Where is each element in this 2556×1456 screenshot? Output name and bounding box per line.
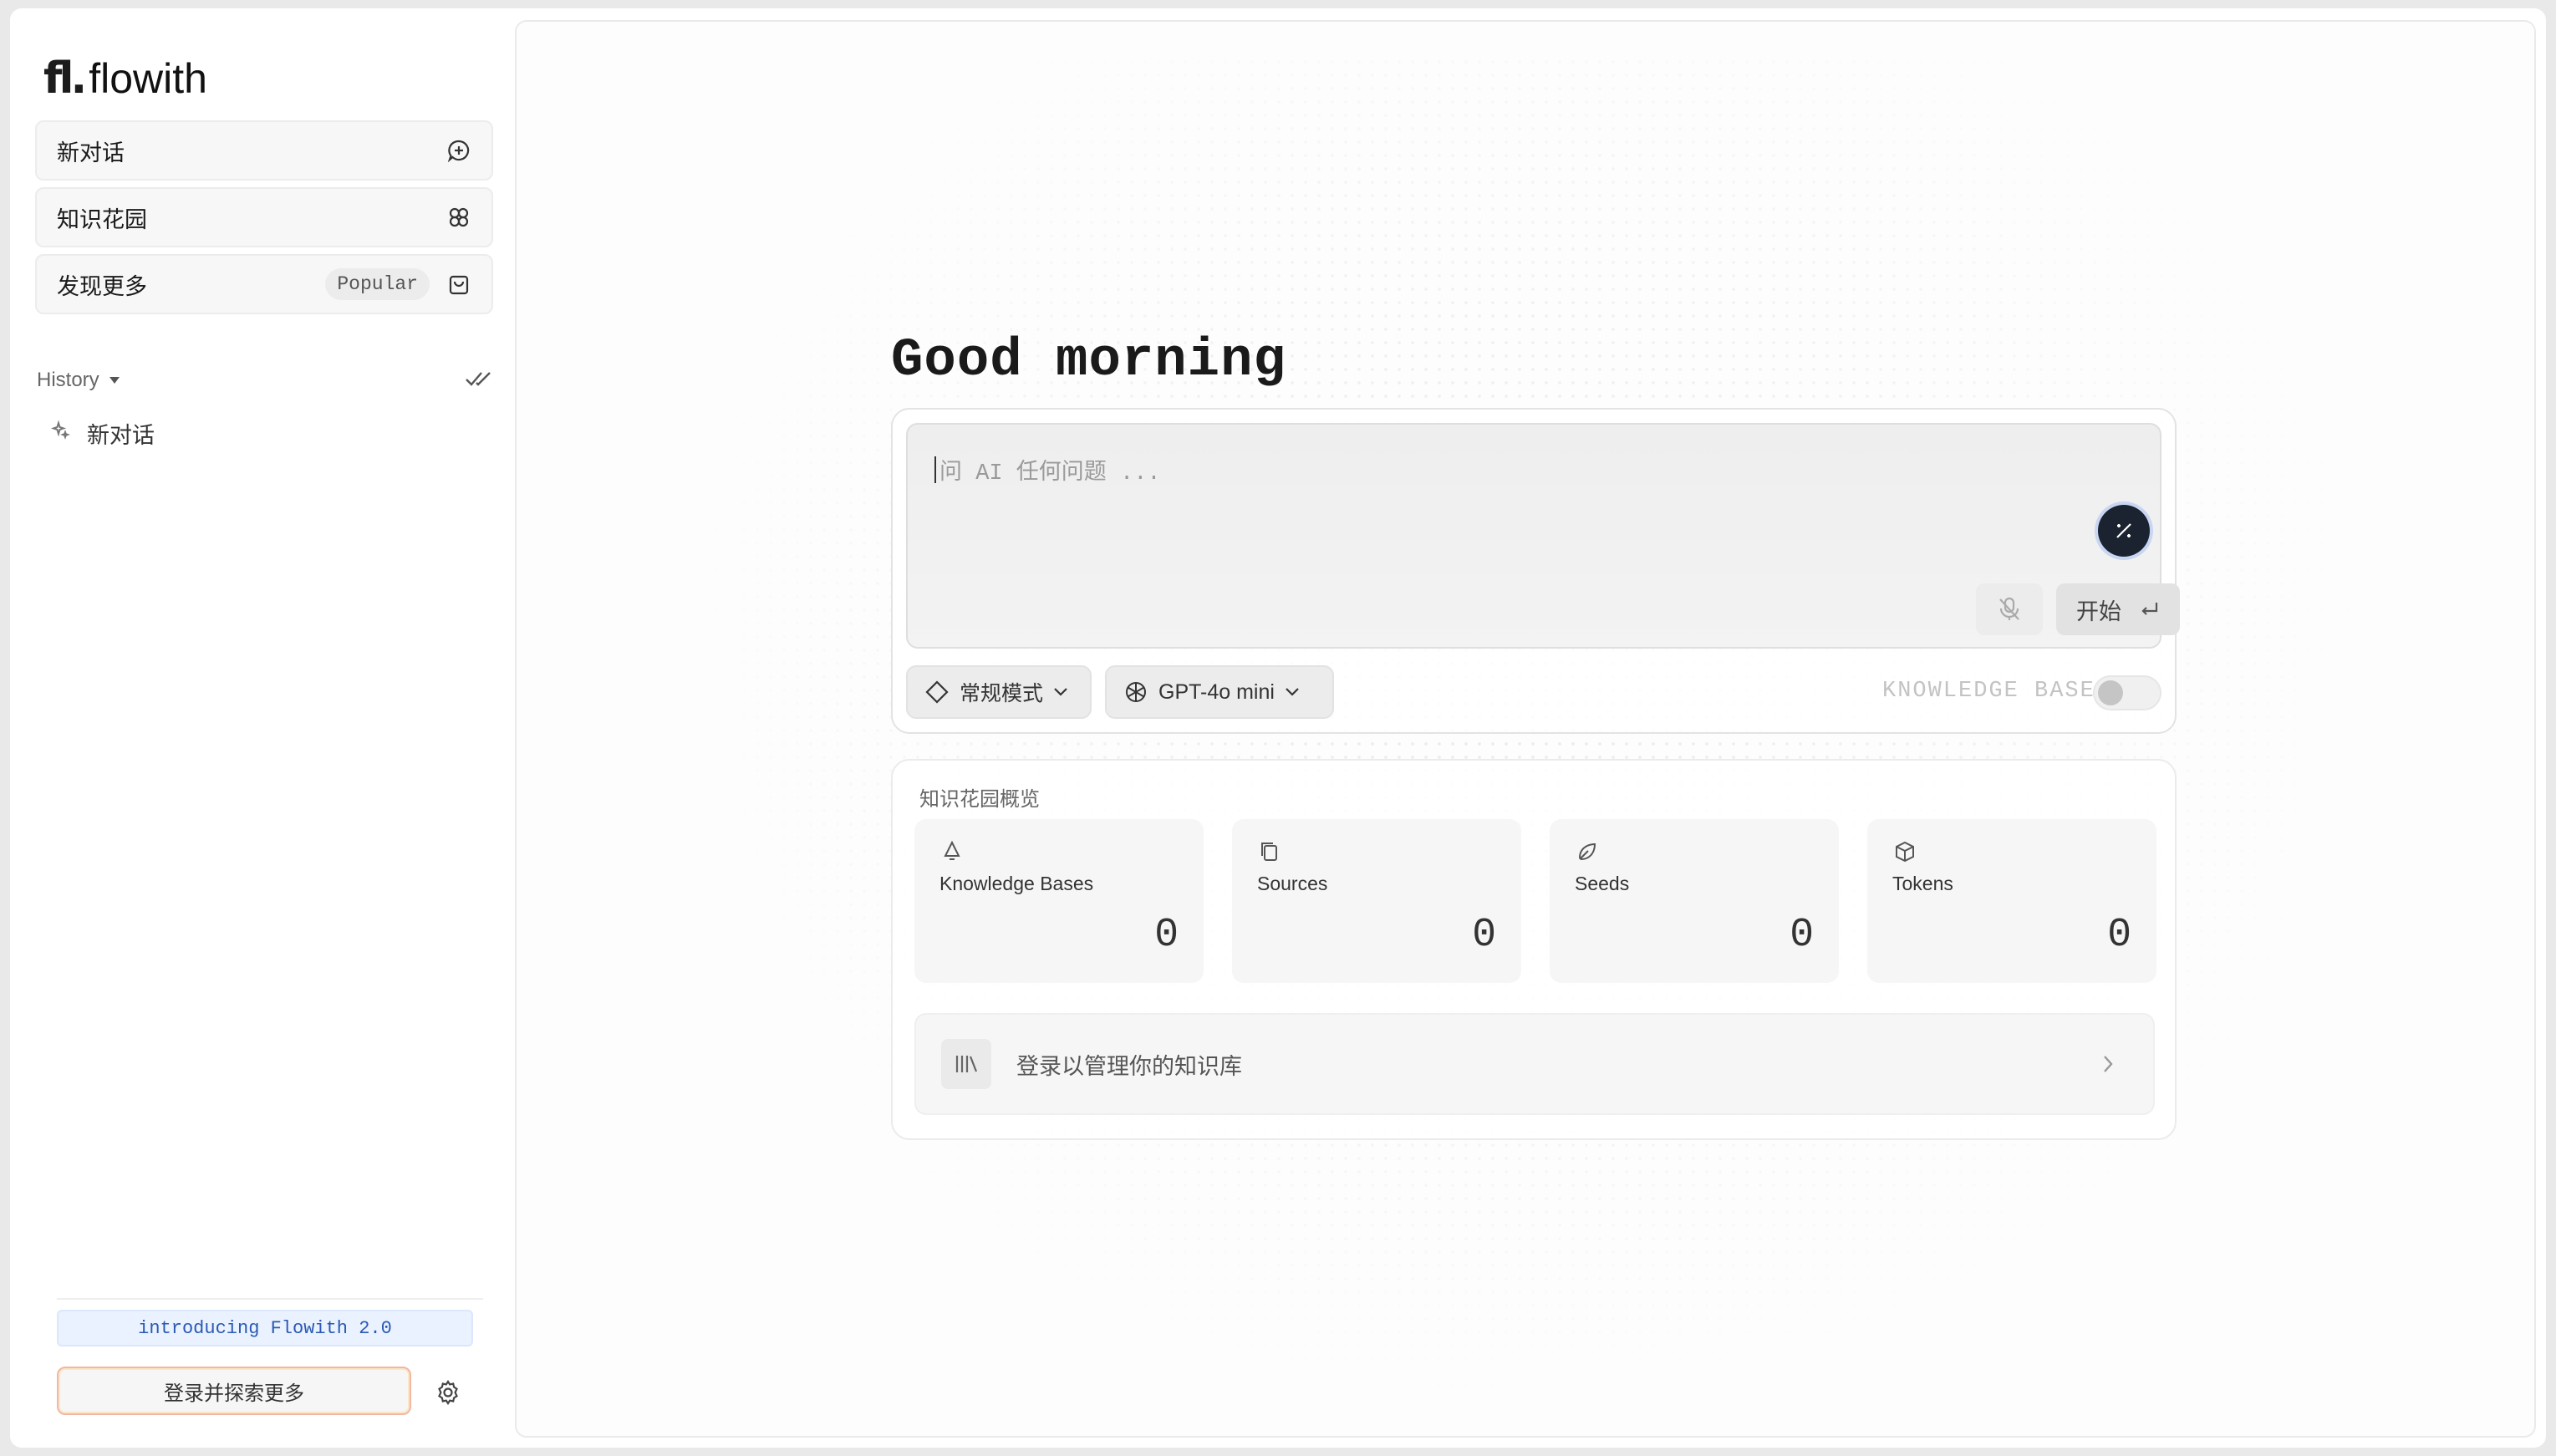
bell-shape-icon [944,840,960,860]
model-select-label: GPT-4o mini [1158,680,1275,704]
history-item-label: 新对话 [87,422,155,448]
stat-card-sources[interactable]: Sources 0 [1232,819,1521,983]
enter-key-icon [2141,603,2158,615]
settings-button[interactable] [431,1376,465,1409]
sidebar-item-label: 知识花园 [57,206,147,232]
history-toggle[interactable]: History [37,369,121,392]
login-explore-button[interactable]: 登录并探索更多 [57,1367,411,1415]
login-manage-knowledge-button[interactable]: 登录以管理你的知识库 [914,1013,2155,1115]
text-caret [934,456,936,483]
chevron-down-icon [1286,688,1299,696]
start-label: 开始 [2076,598,2121,624]
gear-icon [438,1379,458,1406]
sidebar-item-knowledge-garden[interactable]: 知识花园 [35,187,493,247]
sidebar-item-discover[interactable]: 发现更多 Popular [35,254,493,314]
history-header: History [37,364,493,397]
clover-icon [446,205,471,230]
sidebar: fl. flowith 新对话 知识花园 发现更多 Popular Histor… [10,8,517,1448]
greeting-title: Good morning [891,331,1286,391]
stat-card-seeds[interactable]: Seeds 0 [1550,819,1839,983]
main-panel: Good morning 问 AI 任何问题 ... 开始 常规模式 GPT-4… [515,20,2536,1438]
sidebar-item-label: 发现更多 [57,273,147,299]
popular-badge: Popular [325,268,430,300]
mode-select-label: 常规模式 [960,682,1044,705]
logo-mark: fl. [43,53,87,104]
prompt-input[interactable]: 问 AI 任何问题 ... 开始 [906,423,2180,649]
placeholder-text: 问 AI 任何问题 ... [939,461,1161,486]
sidebar-item-label: 新对话 [57,140,125,165]
stat-label: Sources [1257,873,1328,894]
library-icon [941,1039,991,1089]
intro-banner[interactable]: introducing Flowith 2.0 [57,1310,473,1347]
divider [57,1298,483,1300]
stat-value: 0 [1790,913,1814,958]
stat-value: 0 [1472,913,1496,958]
stat-value: 0 [2107,913,2131,958]
knowledge-base-label: KNOWLEDGE BASE [1882,679,2095,704]
stat-card-tokens[interactable]: Tokens 0 [1867,819,2156,983]
chat-composer: 问 AI 任何问题 ... 开始 常规模式 GPT-4o mini KNOWLE… [891,408,2180,734]
shopping-bag-icon [446,272,471,297]
magic-enhance-button[interactable] [2098,505,2150,557]
microphone-button[interactable] [1976,583,2043,635]
double-check-icon[interactable] [465,369,493,392]
app-window: fl. flowith 新对话 知识花园 发现更多 Popular Histor… [10,8,2546,1448]
wand-sparkle-icon [2116,523,2131,538]
stat-label: Knowledge Bases [939,873,1094,894]
stat-card-knowledge-bases[interactable]: Knowledge Bases 0 [914,819,1204,983]
logo-text: flowith [89,55,207,102]
chevron-down-icon [1054,688,1067,696]
stat-value: 0 [1154,913,1179,958]
knowledge-base-toggle[interactable] [2093,675,2161,710]
chevron-right-icon [2096,1052,2120,1076]
diamond-icon [925,680,949,704]
openai-icon [1126,682,1146,702]
microphone-off-icon [1999,597,2019,620]
sidebar-item-new-chat[interactable]: 新对话 [35,120,493,181]
caret-down-icon [109,377,120,384]
history-title: History [37,369,99,391]
chat-plus-icon [446,138,471,163]
stat-label: Tokens [1892,873,1953,894]
cube-icon [1896,841,1914,863]
prompt-placeholder: 问 AI 任何问题 ... [934,453,1161,486]
history-item[interactable]: 新对话 [50,416,155,450]
garden-overview-title: 知识花园概览 [919,788,1040,811]
login-manage-label: 登录以管理你的知识库 [1016,1053,1242,1079]
seed-icon [1578,843,1596,861]
toggle-knob [2098,680,2123,705]
model-select[interactable]: GPT-4o mini [1105,665,1334,719]
stat-label: Seeds [1575,873,1630,894]
copy-icon [1261,843,1277,861]
sparkle-icon [50,420,70,446]
start-button[interactable]: 开始 [2056,583,2180,635]
knowledge-garden-overview: 知识花园概览 Knowledge Bases 0 Sources 0 Seeds… [891,759,2177,1140]
mode-select[interactable]: 常规模式 [906,665,1092,719]
logo[interactable]: fl. flowith [43,53,207,104]
